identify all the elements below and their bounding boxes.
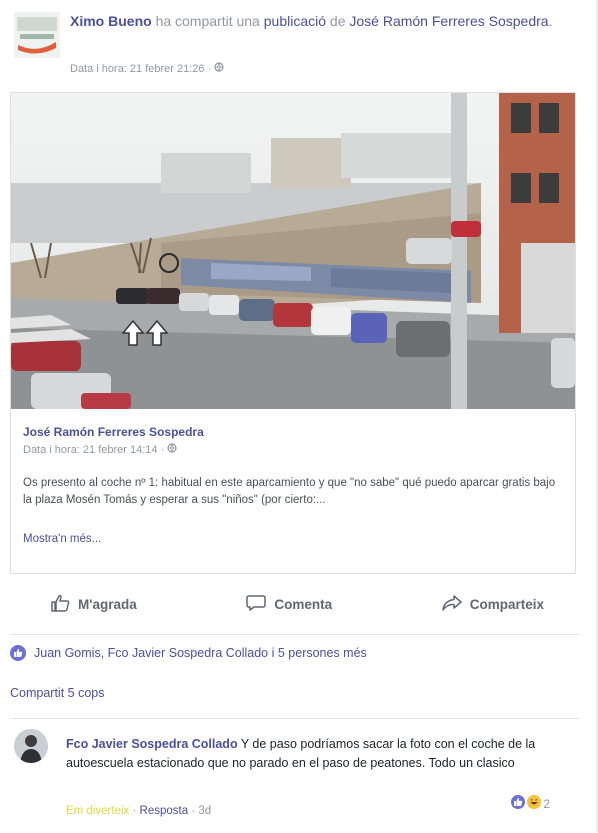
of-text: de bbox=[329, 13, 346, 29]
comment-body: Fco Javier Sospedra Collado Y de paso po… bbox=[66, 735, 546, 773]
author-link[interactable]: Ximo Bueno bbox=[70, 13, 152, 29]
share-label: Comparteix bbox=[469, 596, 544, 612]
footer-sep: · bbox=[132, 805, 137, 817]
comment-reactions[interactable]: 2 bbox=[511, 795, 550, 812]
like-reaction-icon bbox=[511, 795, 526, 812]
meta-dot: · bbox=[207, 63, 212, 75]
globe-icon bbox=[167, 443, 177, 456]
comment-age: 3d bbox=[198, 805, 212, 817]
globe-icon bbox=[214, 62, 224, 75]
feed-post: Ximo Bueno ha compartit una publicació d… bbox=[0, 0, 598, 832]
meta-dot: · bbox=[160, 444, 165, 456]
reactions-summary[interactable]: Juan Gomis, Fco Javier Sospedra Collado … bbox=[10, 634, 580, 671]
reactions-text[interactable]: Juan Gomis, Fco Javier Sospedra Collado … bbox=[34, 646, 367, 660]
comment-item: Fco Javier Sospedra Collado Y de paso po… bbox=[10, 718, 580, 833]
original-author-link[interactable]: José Ramón Ferreres Sospedra bbox=[349, 13, 548, 29]
reaction-count: 2 bbox=[543, 796, 550, 811]
shared-post-timestamp[interactable]: Data i hora: 21 febrer 14:14 bbox=[23, 444, 158, 456]
shared-post[interactable]: José Ramón Ferreres Sospedra Data i hora… bbox=[10, 92, 576, 574]
like-reaction-icon bbox=[10, 645, 26, 661]
speech-bubble-icon bbox=[246, 594, 267, 615]
parking-lot-photo bbox=[11, 93, 575, 409]
comment-footer: Em diverteix · Resposta · 3d bbox=[66, 805, 211, 817]
share-button[interactable]: Comparteix bbox=[441, 594, 544, 615]
avatar-image bbox=[14, 12, 60, 58]
like-button[interactable]: M'agrada bbox=[50, 594, 137, 615]
shared-post-meta: Data i hora: 21 febrer 14:14 · bbox=[23, 443, 177, 456]
shares-count[interactable]: Compartit 5 cops bbox=[10, 686, 104, 700]
comment-label: Comenta bbox=[274, 596, 333, 612]
post-actions: M'agrada Comenta Comparteix bbox=[10, 584, 574, 624]
post-header-text: Ximo Bueno ha compartit una publicació d… bbox=[70, 12, 570, 31]
post-meta: Data i hora: 21 febrer 21:26 · bbox=[70, 62, 224, 75]
timestamp[interactable]: Data i hora: 21 febrer 21:26 bbox=[70, 63, 205, 75]
comment-avatar[interactable] bbox=[14, 729, 48, 763]
haha-reaction-icon bbox=[527, 795, 542, 812]
share-arrow-icon bbox=[441, 594, 462, 615]
like-label: M'agrada bbox=[78, 596, 137, 612]
comment-button[interactable]: Comenta bbox=[246, 594, 332, 615]
publication-link[interactable]: publicació bbox=[264, 13, 326, 29]
post-photo[interactable] bbox=[11, 93, 575, 409]
avatar[interactable] bbox=[14, 12, 60, 58]
post-header: Ximo Bueno ha compartit una publicació d… bbox=[12, 10, 582, 80]
comment-author[interactable]: Fco Javier Sospedra Collado bbox=[66, 737, 238, 751]
shared-text: ha compartit una bbox=[155, 13, 260, 29]
period: . bbox=[548, 13, 553, 29]
see-more-link[interactable]: Mostra'n més... bbox=[23, 533, 101, 545]
shared-post-author[interactable]: José Ramón Ferreres Sospedra bbox=[23, 425, 204, 439]
comment-reaction-link[interactable]: Em diverteix bbox=[66, 805, 129, 817]
thumbs-up-icon bbox=[50, 594, 70, 615]
shared-post-text: Os presento al coche nº 1: habitual en e… bbox=[23, 477, 556, 506]
footer-sep: · bbox=[191, 805, 196, 817]
reply-link[interactable]: Resposta bbox=[140, 805, 189, 817]
